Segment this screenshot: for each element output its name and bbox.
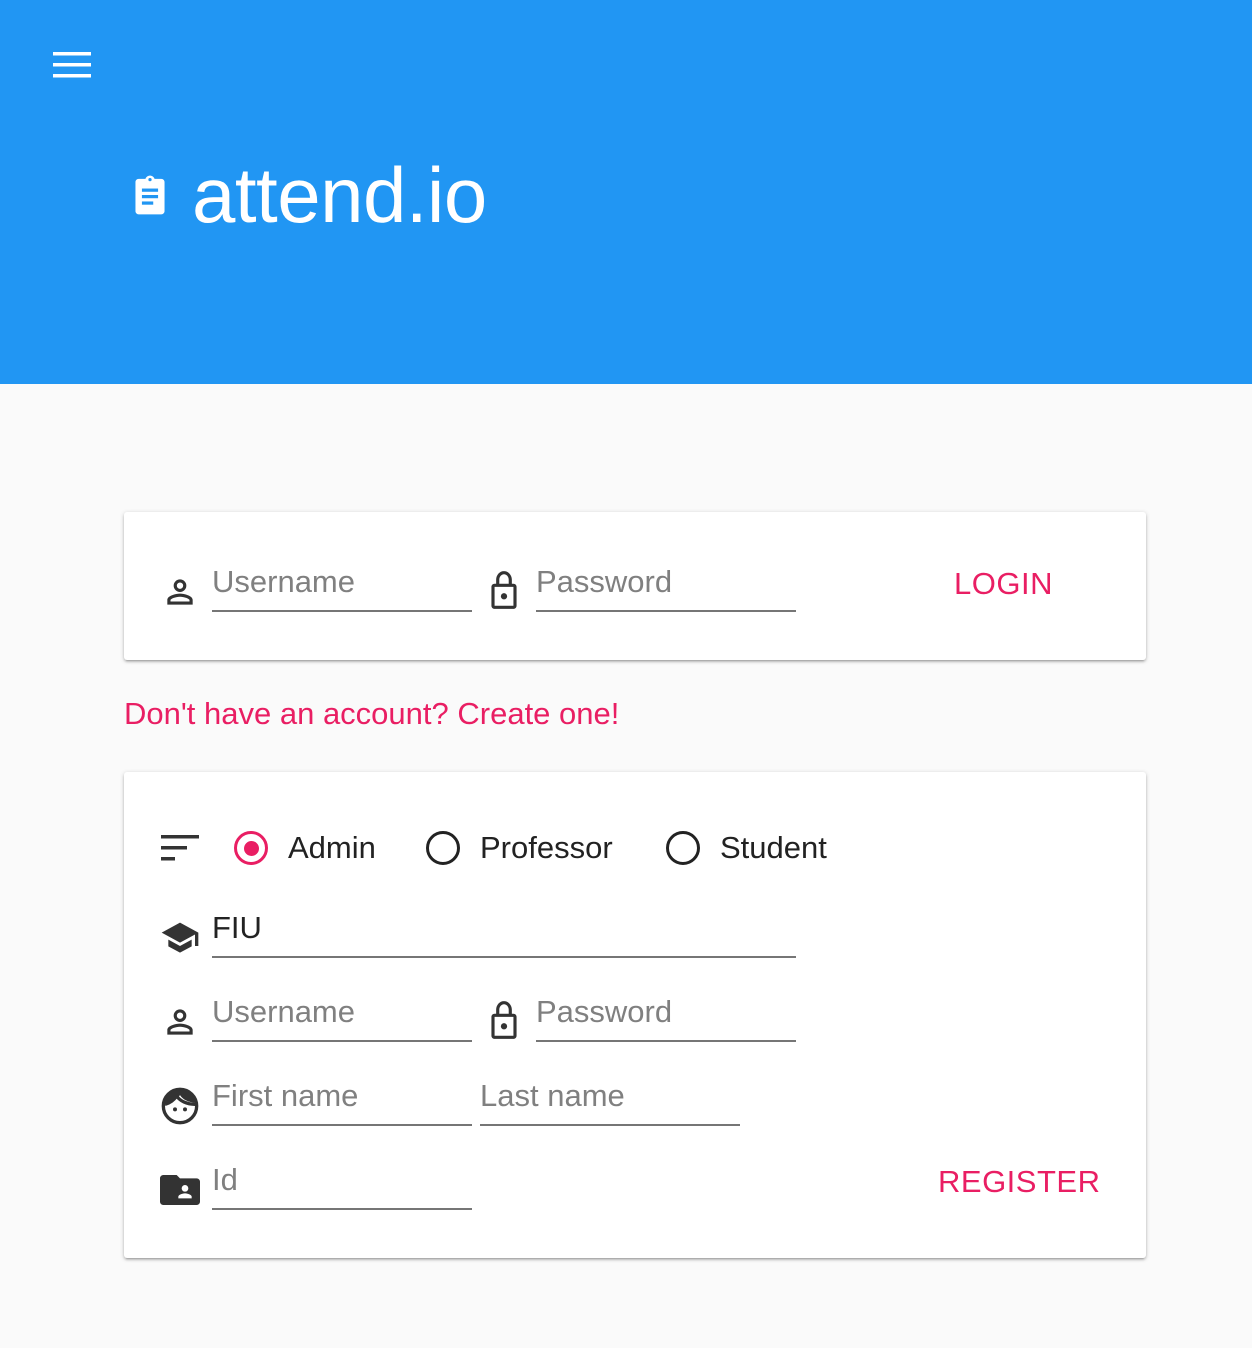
menu-button[interactable] [44,40,100,90]
lock-icon [484,570,524,610]
school-input[interactable] [212,910,796,946]
hamburger-menu-icon [53,52,91,78]
first-name-field[interactable] [212,1076,472,1126]
person-icon [160,1002,200,1042]
register-username-field[interactable] [212,992,472,1042]
login-card: LOGIN [124,512,1146,660]
face-icon [160,1086,200,1126]
radio-admin[interactable]: Admin [234,826,376,870]
radio-button[interactable] [666,831,700,865]
sort-icon [160,828,200,868]
login-password-input[interactable] [536,564,796,600]
school-field[interactable] [212,908,796,958]
radio-student[interactable]: Student [666,826,827,870]
radio-label: Student [720,830,827,865]
radio-label: Admin [288,830,376,865]
radio-button[interactable] [426,831,460,865]
register-username-input[interactable] [212,994,472,1030]
lock-icon [484,1000,524,1040]
last-name-field[interactable] [480,1076,740,1126]
create-account-link[interactable]: Don't have an account? Create one! [124,696,619,732]
register-password-field[interactable] [536,992,796,1042]
login-username-field[interactable] [212,562,472,612]
last-name-input[interactable] [480,1078,740,1114]
folder-shared-icon [160,1170,200,1210]
school-icon [160,916,200,956]
clipboard-icon [135,175,165,215]
person-icon [160,572,200,612]
login-button[interactable]: LOGIN [954,566,1053,602]
brand: attend.io [130,150,487,240]
register-button[interactable]: REGISTER [938,1164,1100,1200]
app-header: attend.io [0,0,1252,384]
id-field[interactable] [212,1160,472,1210]
login-username-input[interactable] [212,564,472,600]
radio-professor[interactable]: Professor [426,826,613,870]
first-name-input[interactable] [212,1078,472,1114]
radio-label: Professor [480,830,613,865]
register-password-input[interactable] [536,994,796,1030]
app-title: attend.io [192,151,487,239]
radio-button-checked[interactable] [234,831,268,865]
id-input[interactable] [212,1162,472,1198]
login-password-field[interactable] [536,562,796,612]
